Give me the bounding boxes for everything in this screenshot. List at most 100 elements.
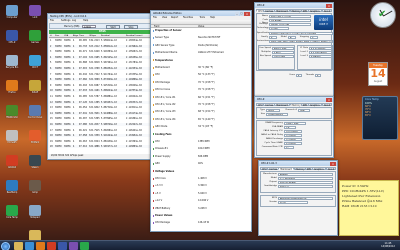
aida-sensor-row[interactable]: GPU 40% [153,162,251,165]
aida-sensor-row[interactable]: +12 V 12.096 V [153,199,251,202]
cpuz-tab[interactable]: About [321,9,333,13]
desktop-icon[interactable] [6,80,18,91]
desktop-icon[interactable] [29,205,41,216]
linx-table-row[interactable]: 16 36050 36056 4 97.080 322.2637 5.908746e-10 2… [49,123,158,126]
linx-table-row[interactable]: 10 36050 36056 4 97.033 322.4191 5.896624e-10 2… [49,89,158,93]
cpuz-cpu-window[interactable]: CPU-Z × CPU Caches Mainboard Memory SPD Graph… [254,2,334,98]
taskbar-media-button[interactable] [36,242,45,250]
linx-table-row[interactable]: 7 36050 36056 4 96.942 322.7222 5.911764e-10 2.… [49,72,158,76]
aida-sensor-row[interactable]: Power Supply 826 RPM [153,155,251,158]
linx-table-row[interactable]: 15 36050 36056 4 96.997 322.5395 5.879965e-10 2… [49,117,158,121]
linx-column-header[interactable]: LDA [64,35,68,38]
linx-table-row[interactable]: 13 36050 36056 4 96.954 322.6822 5.887310e-10 2… [49,106,158,110]
start-button[interactable]: Start [106,24,120,29]
cpuz-memory-close-button[interactable]: × [326,97,332,102]
aida-sensor-row[interactable]: CPU 56 °C (133 °F) [153,73,251,76]
desktop-icon[interactable] [6,105,18,116]
cpuz-tab[interactable]: Graphics [311,167,326,171]
taskbar-ie-button[interactable] [25,242,34,250]
aida-sensor-row[interactable]: GPU Diode 34 °C (93 °F) [153,125,251,128]
cpuz-memory-window[interactable]: CPU-Z × CPU Caches Mainboard Memory SPD Graph… [254,96,334,158]
desktop-icon[interactable] [6,130,18,141]
tray-clock[interactable]: 11:45 14/08/2012 [378,242,398,250]
aida-sensor-row[interactable]: CPU Core 1.408 V [153,177,251,180]
aida-sensor-row[interactable]: Motherboard 30 °C (86 °F) [153,66,251,69]
aida-section-header[interactable]: Power Values [153,214,251,217]
linx-table-row[interactable]: 2 36050 36056 4 96.793 323.2212 5.858012e-10 2.… [49,44,158,48]
aida-sensor-row[interactable]: CPU #1 / Core #1 66 °C (151 °F) [153,96,251,99]
cpuz-tab[interactable]: About [321,103,333,107]
calendar-gadget[interactable]: Tuesday 14 August [368,62,388,86]
desktop-icon[interactable] [6,5,18,16]
linx-table-row[interactable]: 19 36050 36056 4 96.963 322.6524 5.884130e-10 2… [49,139,158,143]
aida-close-button[interactable]: × [244,11,250,16]
taskbar-explorer-button[interactable] [14,242,23,250]
taskbar-cpuz-button[interactable] [58,242,67,250]
aida-sensor-row[interactable]: +3.3 V 3.360 V [153,184,251,187]
desktop-icon[interactable] [6,155,18,166]
desktop-icon[interactable] [29,5,41,16]
linx-table-row[interactable]: 3 36050 36056 4 96.971 322.6240 5.918303e-10 2.… [49,50,158,54]
linx-column-header[interactable]: Residual (norm) [126,35,143,38]
desktop-icon[interactable] [6,55,18,66]
aida-sensor-row[interactable]: CPU 1385 RPM [153,140,251,143]
start-button[interactable] [1,241,10,250]
aida-section-header[interactable]: Cooling Fans [153,133,251,136]
linx-table-row[interactable]: 18 36050 36056 4 97.058 322.3359 5.916244e-10 2… [49,134,158,138]
cpuz-cpu-close-button[interactable]: × [326,3,332,8]
cpuz-tab[interactable]: Caches [263,9,276,13]
cpuz-tab[interactable]: Graphics [307,9,322,13]
cpuz-tab[interactable]: Graphics [307,103,322,107]
cpuz-tab[interactable]: Mainboard [274,9,290,13]
aida-minimize-button[interactable]: _ [235,11,239,16]
coretemp-gadget[interactable]: Core Temp 100% 66°C 70°C 68°C 65°C [362,96,398,140]
linx-menu-item[interactable]: Settings [61,19,70,23]
aida-sensor-row[interactable]: VBAT Battery 3.248 V [153,207,251,210]
linx-column-header[interactable]: GFlops [89,35,96,38]
aida-section-header[interactable]: Properties of Sensor [153,29,251,32]
aida-maximize-button[interactable]: □ [239,11,244,16]
cpuz-tab[interactable]: Caches [263,103,276,107]
sticky-note[interactable]: Power Pc 3.5GHz PPD 12GHz4PS 1.35V(LLC) Li… [339,180,399,236]
linx-menu-item[interactable]: File [50,19,54,23]
linx-menu-item[interactable]: Help [83,19,88,23]
linx-table-row[interactable]: 20 36050 36056 4 97.012 322.4886 5.901977e-10 2… [49,145,158,149]
aida-sensor-row[interactable]: CPU Package 126.43 W [153,221,251,224]
desktop-icon[interactable] [29,105,41,116]
aida-sensor-row[interactable]: CPU IA Cores 70 °C (158 °F) [153,88,251,91]
cpuz-tab[interactable]: Mainboard [274,103,290,107]
desktop-icon[interactable] [6,30,18,41]
aida-sensor-row[interactable]: Motherboard Name ASRock Z77 Extreme4 [153,51,251,54]
taskbar-coretemp-button[interactable] [80,242,89,250]
aida-window[interactable]: AIDA64 Extreme Edition _ □ × File View Rep… [150,10,252,232]
linx-table-row[interactable]: 14 36050 36056 4 97.041 322.3931 5.914088e-10 2… [49,111,158,115]
desktop-icon[interactable] [6,205,18,216]
cpuz-tab[interactable]: Mainboard [278,167,294,171]
aida-sensor-row[interactable]: +5 V 5.040 V [153,192,251,195]
linx-table-row[interactable]: 11 36050 36056 4 96.985 322.5787 5.869881e-10 2… [49,95,158,98]
desktop-icon[interactable] [29,80,41,91]
aida-sensor-row[interactable]: CPU #1 / Core #3 68 °C (154 °F) [153,110,251,113]
aida-section-header[interactable]: Temperatures [153,59,251,62]
stop-button[interactable]: Stop [124,24,138,29]
desktop-icon[interactable] [29,180,41,191]
desktop-icon[interactable] [29,30,41,41]
aida-sensor-row[interactable]: CPU #1 / Core #2 70 °C (158 °F) [153,103,251,106]
linx-window[interactable]: Testing CPU (85%) - LinX 0.6.4 × FileSet… [47,13,160,160]
linx-table-row[interactable]: 9 36050 36056 4 96.910 322.8287 5.925310e-10 2.… [49,83,158,87]
linx-table-row[interactable]: 17 36050 36056 4 96.921 322.7915 5.892601e-10 2… [49,128,158,132]
linx-menu-item[interactable]: Log [72,19,76,23]
cpuz-mainboard-window[interactable]: CPU-Z 1.61.3 × CPU Caches Mainboard Memory S… [258,160,338,236]
linx-table-row[interactable]: 12 36050 36056 4 97.120 322.1305 5.903457e-10 2… [49,100,158,104]
problem-size-field[interactable]: 12000 [82,24,96,29]
desktop-icon[interactable] [29,55,41,66]
desktop-icon[interactable] [29,130,41,141]
linx-column-header[interactable]: Align [73,35,78,38]
aida-section-header[interactable]: Voltage Values [153,170,251,173]
aida-sensor-row[interactable]: Chassis #1 1012 RPM [153,147,251,150]
aida-sensor-row[interactable]: CPU Package 70 °C (158 °F) [153,81,251,84]
cpuz-tab[interactable]: Caches [267,167,280,171]
linx-table-row[interactable]: 8 36050 36056 4 97.066 322.3099 5.874520e-10 2.… [49,78,158,82]
aida-sensor-row[interactable]: CPU #1 / Core #4 65 °C (149 °F) [153,118,251,121]
aida-sensor-row[interactable]: GPU Sensor Type Diode (NV-Diode) [153,44,251,47]
